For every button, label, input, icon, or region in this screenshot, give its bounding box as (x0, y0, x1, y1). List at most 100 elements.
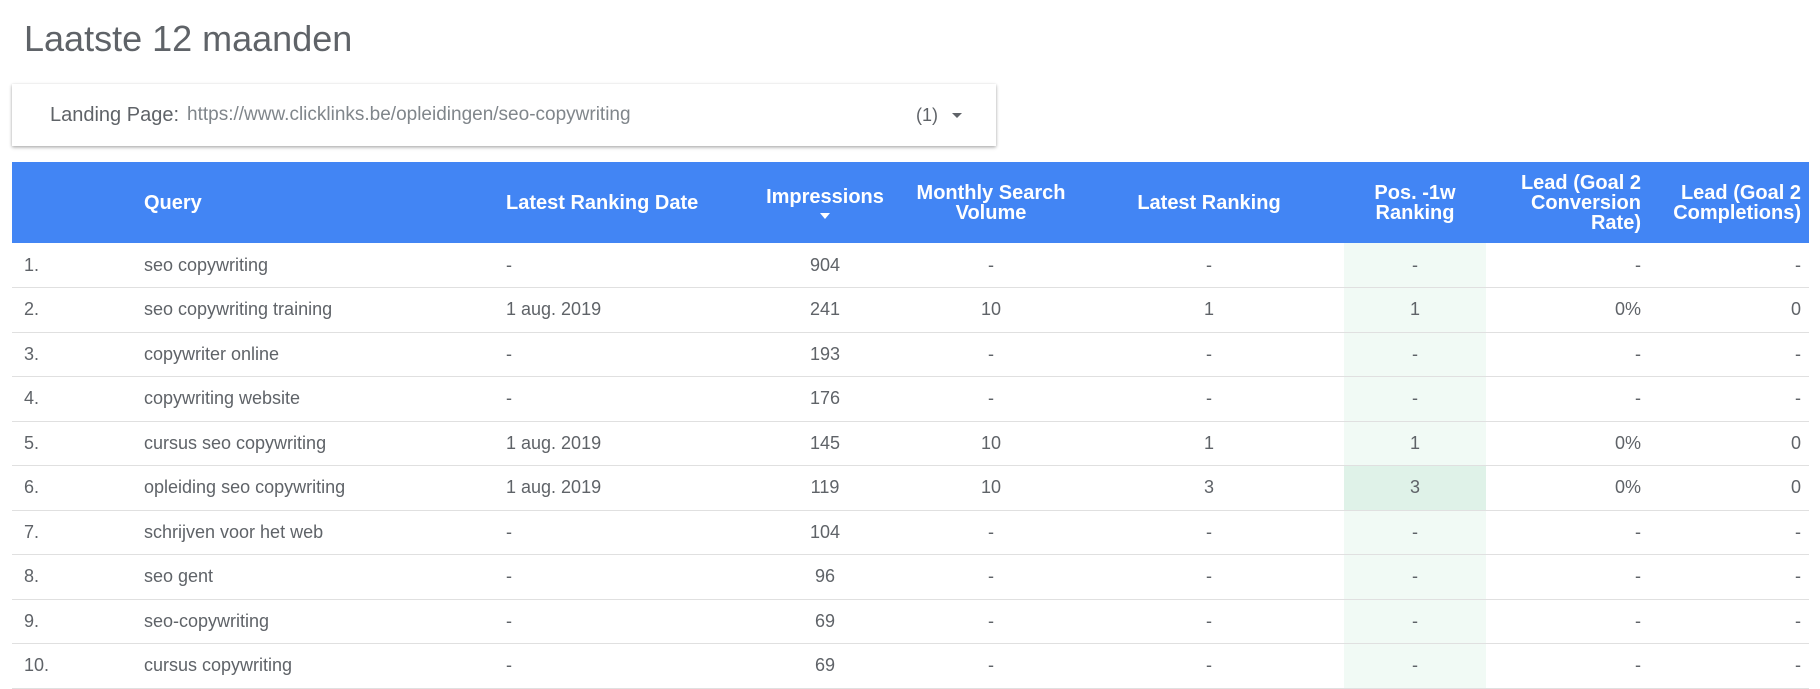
cell-impressions: 241 (809, 299, 841, 320)
cell-lead-conversion-rate: 0% (1614, 477, 1641, 498)
cell-latest-ranking-date: - (506, 521, 512, 542)
table-body: 1. seo copywriting - 904 - - - - - 2. seo copywrit… (12, 243, 1809, 688)
filter-count: (1) (916, 104, 938, 125)
cell-index: 7. (24, 521, 40, 542)
cell-lead-completions: - (1795, 610, 1801, 631)
header-monthly-search-volume[interactable]: Monthly Search Volume (908, 162, 1074, 243)
cell-latest-ranking: - (1206, 343, 1212, 364)
cell-query: seo-copywriting (144, 610, 270, 631)
header-latest-ranking[interactable]: Latest Ranking (1074, 162, 1344, 243)
cell-pos-1w-ranking: - (1344, 510, 1486, 555)
cell-lead-completions: 0 (1790, 477, 1801, 498)
table-row[interactable]: 2. seo copywriting training 1 aug. 2019 241… (12, 287, 1809, 332)
cell-impressions: 104 (809, 521, 841, 542)
query-table: Query Latest Ranking Date Impressions Mo… (12, 162, 1809, 689)
landing-page-filter[interactable]: Landing Page: https://www.clicklinks.be/… (12, 84, 996, 146)
cell-query: opleiding seo copywriting (144, 477, 346, 498)
cell-latest-ranking-date: - (506, 343, 512, 364)
cell-index: 1. (24, 254, 40, 275)
data-table: Query Latest Ranking Date Impressions Mo… (12, 162, 1809, 689)
cell-latest-ranking: - (1206, 610, 1212, 631)
cell-query: copywriting website (144, 388, 301, 409)
cell-lead-completions: - (1795, 343, 1801, 364)
cell-index: 4. (24, 388, 40, 409)
header-lead-conversion-rate[interactable]: Lead (Goal 2 Conversion Rate) (1486, 162, 1649, 243)
header-latest-ranking-date[interactable]: Latest Ranking Date (498, 162, 742, 243)
cell-lead-completions: - (1795, 254, 1801, 275)
cell-monthly-search-volume: 10 (980, 299, 1002, 320)
cell-latest-ranking-date: - (506, 610, 512, 631)
cell-pos-1w-ranking: - (1344, 332, 1486, 377)
cell-query: copywriter online (144, 343, 280, 364)
header-lead-completions[interactable]: Lead (Goal 2 Completions) (1649, 162, 1809, 243)
cell-monthly-search-volume: - (988, 610, 994, 631)
table-row[interactable]: 3. copywriter online - 193 - - - - - (12, 332, 1809, 377)
cell-lead-conversion-rate: - (1635, 343, 1641, 364)
cell-index: 3. (24, 343, 40, 364)
page-title: Laatste 12 maanden (24, 18, 353, 59)
cell-monthly-search-volume: - (988, 343, 994, 364)
cell-lead-completions: - (1795, 521, 1801, 542)
cell-monthly-search-volume: - (988, 521, 994, 542)
table-row[interactable]: 4. copywriting website - 176 - - - - - (12, 376, 1809, 421)
cell-lead-conversion-rate: - (1635, 254, 1641, 275)
cell-latest-ranking: - (1206, 655, 1212, 676)
sort-desc-icon (820, 212, 830, 219)
cell-index: 2. (24, 299, 40, 320)
cell-index: 10. (24, 655, 50, 676)
cell-query: schrijven voor het web (144, 521, 324, 542)
cell-latest-ranking: - (1206, 254, 1212, 275)
cell-latest-ranking: 3 (1203, 477, 1214, 498)
cell-lead-completions: - (1795, 566, 1801, 587)
cell-monthly-search-volume: - (988, 254, 994, 275)
cell-latest-ranking: 1 (1203, 432, 1214, 453)
header-impressions-label: Impressions (766, 185, 884, 208)
header-impressions[interactable]: Impressions (742, 162, 908, 243)
cell-lead-completions: - (1795, 388, 1801, 409)
cell-pos-1w-ranking: - (1344, 599, 1486, 644)
cell-pos-1w-ranking: - (1344, 376, 1486, 421)
cell-query: seo copywriting (144, 254, 269, 275)
header-query[interactable]: Query (136, 162, 498, 243)
cell-pos-1w-ranking: 1 (1344, 287, 1486, 332)
cell-pos-1w-ranking: - (1344, 643, 1486, 688)
table-row[interactable]: 10. cursus copywriting - 69 - - - - - (12, 643, 1809, 688)
header-pos-1w-ranking[interactable]: Pos. -1w Ranking (1344, 162, 1486, 243)
cell-index: 5. (24, 432, 40, 453)
table-row[interactable]: 7. schrijven voor het web - 104 - - - - - (12, 510, 1809, 555)
cell-monthly-search-volume: 10 (980, 432, 1002, 453)
cell-latest-ranking-date: - (506, 254, 512, 275)
cell-impressions: 96 (814, 566, 836, 587)
table-row[interactable]: 5. cursus seo copywriting 1 aug. 2019 145 10… (12, 421, 1809, 466)
cell-query: seo copywriting training (144, 299, 333, 320)
cell-lead-conversion-rate: - (1635, 388, 1641, 409)
cell-lead-conversion-rate: - (1635, 521, 1641, 542)
cell-index: 6. (24, 477, 40, 498)
cell-latest-ranking: - (1206, 388, 1212, 409)
cell-latest-ranking: 1 (1203, 299, 1214, 320)
cell-pos-1w-ranking: 1 (1344, 421, 1486, 466)
cell-lead-conversion-rate: - (1635, 610, 1641, 631)
table-row[interactable]: 9. seo-copywriting - 69 - - - - - (12, 599, 1809, 644)
cell-pos-1w-ranking: - (1344, 243, 1486, 288)
cell-pos-1w-ranking: - (1344, 554, 1486, 599)
cell-impressions: 69 (814, 610, 836, 631)
cell-lead-completions: 0 (1790, 299, 1801, 320)
cell-monthly-search-volume: - (988, 566, 994, 587)
table-row[interactable]: 6. opleiding seo copywriting 1 aug. 2019 11… (12, 465, 1809, 510)
cell-impressions: 145 (809, 432, 841, 453)
cell-impressions: 119 (810, 477, 840, 498)
cell-query: cursus seo copywriting (144, 432, 327, 453)
cell-query: seo gent (144, 566, 214, 587)
caret-down-icon[interactable] (952, 112, 962, 118)
cell-lead-conversion-rate: - (1635, 566, 1641, 587)
cell-monthly-search-volume: - (988, 655, 994, 676)
cell-lead-conversion-rate: 0% (1614, 299, 1641, 320)
table-row[interactable]: 8. seo gent - 96 - - - - - (12, 554, 1809, 599)
cell-latest-ranking-date: 1 aug. 2019 (506, 299, 602, 320)
header-index (12, 162, 136, 243)
table-row[interactable]: 1. seo copywriting - 904 - - - - - (12, 243, 1809, 288)
cell-monthly-search-volume: 10 (980, 477, 1002, 498)
table-header-row: Query Latest Ranking Date Impressions Mo… (12, 162, 1809, 243)
cell-lead-completions: 0 (1790, 432, 1801, 453)
